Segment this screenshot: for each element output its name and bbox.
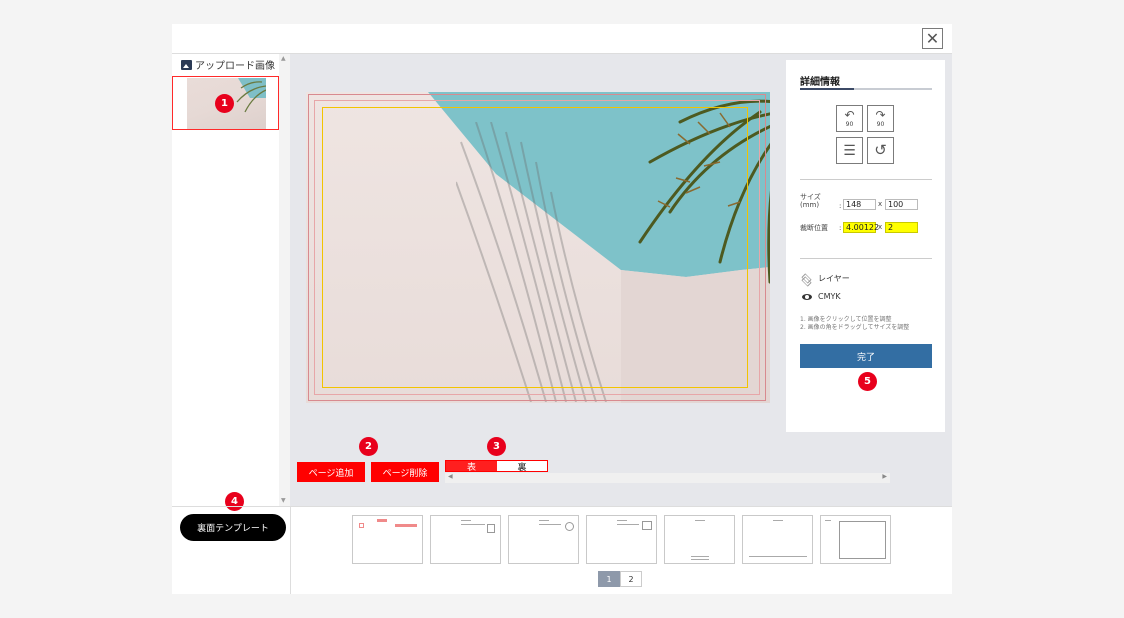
rotate-right-icon: ↷ (875, 108, 886, 122)
template-thumbnail-7[interactable] (820, 515, 891, 564)
add-page-button[interactable]: ページ追加 (297, 462, 365, 482)
layer-label: レイヤー (818, 274, 850, 283)
template-thumbnail-4[interactable] (586, 515, 657, 564)
step-badge-4: 4 (225, 492, 244, 511)
panel-divider-2 (800, 258, 932, 259)
detail-panel-title: 詳細情報 (800, 77, 840, 88)
align-button[interactable]: ☰ (836, 137, 863, 164)
rotate-right-button[interactable]: ↷ 90 (867, 105, 894, 132)
hint-line-1: 1. 画像をクリックして位置を調整 (800, 316, 892, 323)
horizontal-scrollbar[interactable]: ◀ ▶ (445, 473, 890, 483)
crop-x-field[interactable]: 4.00122 (843, 222, 879, 233)
step-badge-3: 3 (487, 437, 506, 456)
done-button[interactable]: 完了 (800, 344, 932, 368)
color-mode-label: CMYK (818, 292, 841, 301)
reset-icon: ↺ (874, 141, 887, 159)
image-icon (181, 59, 192, 70)
delete-page-button[interactable]: ページ削除 (371, 462, 439, 482)
crop-position-label: 裁断位置 (800, 224, 828, 232)
rotate-left-icon: ↶ (844, 108, 855, 122)
crop-separator: x (878, 223, 883, 231)
step-badge-2: 2 (359, 437, 378, 456)
postcard-photo[interactable] (306, 92, 770, 403)
template-thumbnail-2[interactable] (430, 515, 501, 564)
editor-main-area: ページ追加 ページ削除 表 裏 ◀ ▶ 詳細情報 ↶ 90 ↷ 90 ☰ ↺ サ… (290, 54, 952, 506)
crop-y-field[interactable]: 2 (885, 222, 918, 233)
page-1-button[interactable]: 1 (598, 571, 620, 587)
image-editor-modal: ✕ アップロード画像 ▲ ▼ ページ追加 ページ削除 表 裏 ◀ ▶ 詳細情報 … (172, 24, 952, 594)
layers-icon (800, 274, 812, 284)
uploaded-images-sidebar: アップロード画像 ▲ ▼ (172, 54, 290, 506)
usage-hint: 1. 画像をクリックして位置を調整 2. 画像の角をドラッグしてサイズを調整 (800, 316, 936, 332)
title-underline (800, 88, 932, 90)
template-thumbnail-3[interactable] (508, 515, 579, 564)
rotate-right-label: 90 (876, 121, 885, 128)
hint-line-2: 2. 画像の角をドラッグしてサイズを調整 (800, 324, 910, 331)
scroll-left-icon[interactable]: ◀ (448, 473, 453, 480)
template-thumbnail-6[interactable] (742, 515, 813, 564)
template-thumbnail-1[interactable] (352, 515, 423, 564)
bottom-divider (172, 506, 952, 507)
pagination: 1 2 (598, 571, 642, 587)
sidebar-title: アップロード画像 (181, 57, 275, 72)
eye-icon (802, 293, 812, 300)
close-icon: ✕ (925, 28, 940, 48)
layer-row[interactable]: レイヤー (800, 273, 850, 284)
scroll-down-icon[interactable]: ▼ (281, 497, 286, 504)
size-height-field[interactable]: 100 (885, 199, 918, 210)
rotate-left-label: 90 (845, 121, 854, 128)
color-mode-row[interactable]: CMYK (800, 292, 841, 301)
panel-divider (800, 179, 932, 180)
page-2-button[interactable]: 2 (620, 571, 642, 587)
close-button[interactable]: ✕ (922, 28, 943, 49)
front-back-toggle: 表 裏 (445, 460, 548, 473)
scroll-right-icon[interactable]: ▶ (882, 473, 887, 480)
step-badge-5: 5 (858, 372, 877, 391)
template-thumbnail-5[interactable] (664, 515, 735, 564)
back-side-button[interactable]: 裏 (497, 461, 547, 473)
crop-colon: : (839, 224, 842, 232)
bottom-vertical-divider (290, 507, 291, 594)
postcard-canvas[interactable] (306, 92, 770, 403)
front-side-button[interactable]: 表 (446, 461, 497, 473)
sidebar-title-label: アップロード画像 (195, 61, 275, 72)
size-separator: x (878, 200, 883, 208)
back-template-button[interactable]: 裏面テンプレート (180, 514, 286, 541)
scroll-up-icon[interactable]: ▲ (281, 55, 286, 62)
align-icon: ☰ (843, 142, 856, 159)
size-width-field[interactable]: 148 (843, 199, 876, 210)
size-label: サイズ(mm) (800, 193, 821, 209)
sidebar-scrollbar[interactable]: ▲ ▼ (279, 54, 290, 506)
rotate-left-button[interactable]: ↶ 90 (836, 105, 863, 132)
step-badge-1: 1 (215, 94, 234, 113)
reset-button[interactable]: ↺ (867, 137, 894, 164)
size-colon: : (839, 202, 842, 210)
